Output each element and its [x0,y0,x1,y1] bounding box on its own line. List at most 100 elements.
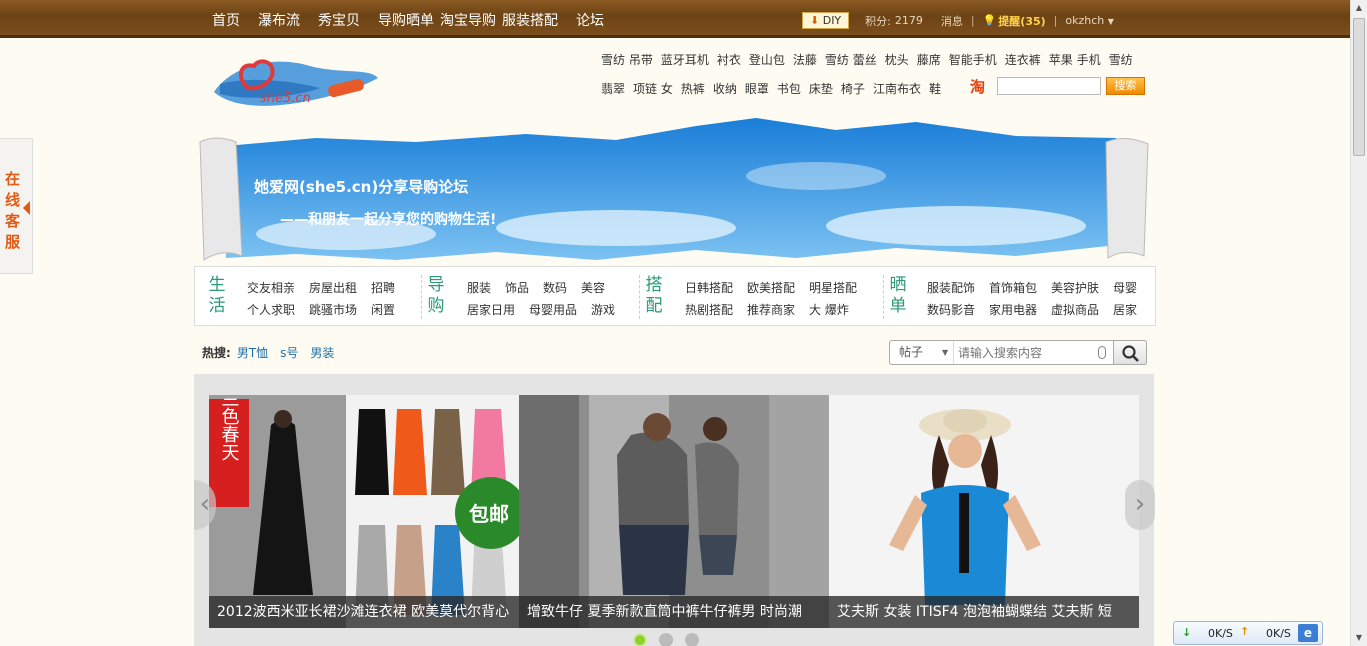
category-link[interactable]: 饰品 [505,281,529,295]
category-link[interactable]: 虚拟商品 [1051,303,1099,317]
category-link[interactable]: 美容 [581,281,605,295]
keyword-link[interactable]: 藤席 [917,53,941,67]
category-link[interactable]: 居家日用 [467,303,515,317]
nav-waterfall[interactable]: 瀑布流 [258,10,300,30]
keyword-link[interactable]: 热裤 [681,82,705,96]
category-link[interactable]: 数码影音 [927,303,975,317]
hot-search-link[interactable]: 男T恤 [237,346,268,360]
slide-tag: 包邮 [469,502,509,526]
category-link[interactable]: 欧美搭配 [747,281,795,295]
category-link[interactable]: 游戏 [591,303,615,317]
keyword-link[interactable]: 连衣裤 [1005,53,1041,67]
category-title-show[interactable]: 晒单 [886,275,910,317]
nav-home[interactable]: 首页 [212,10,240,30]
category-link[interactable]: 家用电器 [989,303,1037,317]
category-title-outfit[interactable]: 搭配 [642,275,666,317]
keyword-link[interactable]: 翡翠 [601,82,625,96]
search-button[interactable] [1113,340,1147,365]
category-link[interactable]: 母婴用品 [529,303,577,317]
category-links-show: 服装配饰 首饰箱包 美容护肤 母婴 数码影音 家用电器 虚拟商品 居家 [927,277,1151,321]
slider-next-button[interactable]: › [1125,480,1155,530]
category-link[interactable]: 推荐商家 [747,303,795,317]
category-link[interactable]: 个人求职 [247,303,295,317]
category-link[interactable]: 服装配饰 [927,281,975,295]
category-link[interactable]: 招聘 [371,281,395,295]
taobao-search-input[interactable] [997,77,1101,95]
slider-pagination [633,633,699,646]
category-link[interactable]: 明星搭配 [809,281,857,295]
category-link[interactable]: 居家 [1113,303,1137,317]
chevron-down-icon: ▼ [942,348,949,357]
category-link[interactable]: 服装 [467,281,491,295]
category-title-life[interactable]: 生活 [205,275,229,317]
category-title-guide[interactable]: 导购 [424,275,448,317]
nav-shopping-guide[interactable]: 导购晒单 [378,10,434,30]
keyword-link[interactable]: 苹果 手机 [1049,53,1101,67]
online-service-tab[interactable]: 在线客服 [0,138,33,274]
taobao-search-button[interactable]: 搜索 [1106,77,1145,95]
category-link[interactable]: 跳骚市场 [309,303,357,317]
taobao-icon: 淘 [970,78,986,96]
browser-icon[interactable]: e [1298,624,1318,642]
username-menu[interactable]: okzhch ▼ [1065,14,1114,27]
slide-2[interactable]: 增致牛仔 夏季新款直筒中裤牛仔裤男 时尚潮 [519,395,829,628]
nav-forum[interactable]: 论坛 [576,10,604,30]
keyword-link[interactable]: 项链 女 [633,82,673,96]
nav-taobao-guide[interactable]: 淘宝导购 [440,10,496,30]
network-speed-widget[interactable]: ↓ 0K/S ↑ 0K/S e [1173,621,1323,645]
hot-search-link[interactable]: 男装 [310,346,334,360]
slide-caption[interactable]: 艾夫斯 女装 ITISF4 泡泡袖蝴蝶结 艾夫斯 短 [829,596,1139,628]
keyword-link[interactable]: 雪纺 吊带 [601,53,653,67]
slider-dot[interactable] [659,633,673,646]
category-link[interactable]: 交友相亲 [247,281,295,295]
category-link[interactable]: 闲置 [371,303,395,317]
site-logo[interactable]: she5.cn [200,48,382,110]
search-input[interactable] [958,344,1098,361]
keyword-link[interactable]: 椅子 [841,82,865,96]
keyword-link[interactable]: 书包 [777,82,801,96]
lightbulb-icon: 💡 [982,14,997,27]
hot-search-link[interactable]: s号 [280,346,298,360]
keyword-link[interactable]: 登山包 [749,53,785,67]
slide-caption[interactable]: 增致牛仔 夏季新款直筒中裤牛仔裤男 时尚潮 [519,596,829,628]
category-link[interactable]: 热剧搭配 [685,303,733,317]
category-link[interactable]: 大 爆炸 [809,303,849,317]
category-link[interactable]: 数码 [543,281,567,295]
keyword-link[interactable]: 雪纺 蕾丝 [825,53,877,67]
nav-show-baby[interactable]: 秀宝贝 [318,10,360,30]
upload-speed: 0K/S [1266,627,1291,640]
slide-3[interactable]: 艾夫斯 女装 ITISF4 泡泡袖蝴蝶结 艾夫斯 短 [829,395,1139,628]
keyword-link[interactable]: 鞋 [929,82,941,96]
keyword-link[interactable]: 衬衣 [717,53,741,67]
scroll-up-icon[interactable]: ▲ [1351,0,1367,16]
keyword-link[interactable]: 床垫 [809,82,833,96]
diy-button[interactable]: ⬇ DIY [802,12,850,29]
keyword-link[interactable]: 雪纺 [1109,53,1133,67]
slider-dot-active[interactable] [633,633,647,646]
category-link[interactable]: 首饰箱包 [989,281,1037,295]
nav-outfit[interactable]: 服装搭配 [502,10,558,30]
slider-dot[interactable] [685,633,699,646]
messages-link[interactable]: 消息 [941,13,963,29]
chevron-down-icon: ▼ [1107,17,1114,26]
vertical-scrollbar[interactable]: ▲ ▼ [1350,0,1367,646]
category-link[interactable]: 美容护肤 [1051,281,1099,295]
category-link[interactable]: 母婴 [1113,281,1137,295]
slide-caption[interactable]: 2012波西米亚长裙沙滩连衣裙 欧美莫代尔背心 [209,596,519,628]
keyword-link[interactable]: 法藤 [793,53,817,67]
download-arrow-icon: ↓ [1182,626,1192,639]
slide-1[interactable]: 兰色春天 包邮 2012波西米亚长裙沙滩连衣裙 欧美莫代尔背心 [209,395,519,628]
remind-link[interactable]: 提醒(35) [998,13,1045,29]
scrollbar-thumb[interactable] [1353,18,1365,156]
hot-keywords-row-1: 雪纺 吊带 蓝牙耳机 衬衣 登山包 法藤 雪纺 蕾丝 枕头 藤席 智能手机 连衣裤 苹果 手机 雪纺 [601,51,1141,68]
keyword-link[interactable]: 江南布衣 [873,82,921,96]
keyword-link[interactable]: 眼罩 [745,82,769,96]
category-link[interactable]: 日韩搭配 [685,281,733,295]
keyword-link[interactable]: 智能手机 [949,53,997,67]
scroll-down-icon[interactable]: ▼ [1351,630,1367,646]
microphone-icon[interactable] [1098,346,1106,359]
category-link[interactable]: 房屋出租 [309,281,357,295]
keyword-link[interactable]: 枕头 [885,53,909,67]
keyword-link[interactable]: 蓝牙耳机 [661,53,709,67]
keyword-link[interactable]: 收纳 [713,82,737,96]
